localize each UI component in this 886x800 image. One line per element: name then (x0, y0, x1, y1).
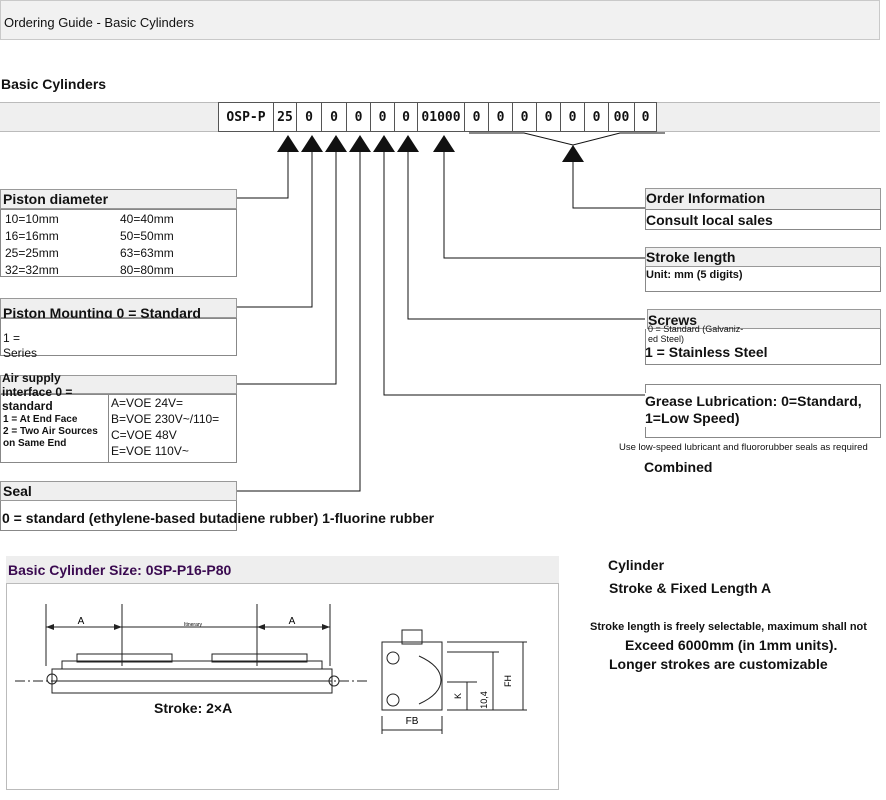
seal-title: Seal (3, 483, 32, 499)
arrow-screws-icon (397, 135, 419, 152)
diameter-option: 40=40mm (120, 212, 174, 226)
diameter-option: 25=25mm (5, 246, 59, 260)
stroke-length-title: Stroke length (646, 249, 736, 265)
order-info-title: Order Information (646, 190, 766, 206)
air-supply-title-line: interface 0 = (2, 385, 73, 399)
grease-combined: Combined (644, 459, 713, 475)
cylinder-drawing-frame: A A Itinerary FH K 10,4 FB (6, 583, 559, 790)
diameter-option: 50=50mm (120, 229, 174, 243)
arrow-diameter-icon (277, 135, 299, 152)
seal-header: Seal (0, 481, 237, 501)
air-supply-option: on Same End (3, 438, 67, 449)
air-supply-options: 1 = At End Face 2 = Two Air Sources on S… (3, 414, 98, 450)
dim-center-label: Itinerary (184, 622, 203, 628)
diameter-col-1: 10=10mm 16=16mm 25=25mm 32=32mm (5, 211, 59, 279)
grease-title: Grease Lubrication: 0=Standard, 1=Low Sp… (645, 393, 862, 427)
diameter-col-2: 40=40mm 50=50mm 63=63mm 80=80mm (120, 211, 174, 279)
size-panel-title: Basic Cylinder Size: 0SP-P16-P80 (8, 562, 232, 578)
diameter-option: 16=16mm (5, 229, 59, 243)
dim-a-right: A (289, 616, 296, 627)
stroke-label: Stroke: 2×A (150, 700, 237, 716)
stroke-length-header: Stroke length (645, 247, 881, 267)
dim-fh: FH (503, 675, 513, 687)
cylinder-info-note: Stroke length is freely selectable, maxi… (590, 621, 867, 633)
arrow-air-supply-icon (325, 135, 347, 152)
piston-diameter-title: Piston diameter (3, 191, 109, 207)
order-info-header: Order Information (645, 188, 881, 209)
grease-title-line: 1=Low Speed) (645, 410, 740, 426)
air-supply-title-line: standard (2, 399, 53, 413)
dim-a-left: A (78, 616, 85, 627)
screws-standard-line: ed Steel) (648, 334, 685, 344)
voltage-option: C=VOE 48V (111, 428, 177, 442)
air-supply-title-line: Air supply (2, 371, 61, 385)
cylinder-info-subtitle: Stroke & Fixed Length A (609, 580, 772, 596)
air-supply-divider (108, 395, 109, 462)
piston-diameter-header: Piston diameter (0, 189, 237, 209)
screws-standard: 0 = Standard (Galvaniz- ed Steel) (648, 324, 743, 344)
arrow-grease-icon (373, 135, 395, 152)
mounting-option-line2: Series (3, 346, 38, 360)
dim-fb: FB (406, 716, 419, 727)
order-info-desc: Consult local sales (646, 212, 773, 228)
voltage-option: B=VOE 230V~/110= (111, 412, 220, 426)
diameter-option: 10=10mm (5, 212, 59, 226)
voltage-option: A=VOE 24V= (111, 396, 184, 410)
cylinder-info-custom: Longer strokes are customizable (609, 656, 828, 672)
stroke-length-body: Unit: mm (5 digits) (645, 267, 881, 292)
screws-stainless: 1 = Stainless Steel (645, 344, 768, 360)
diameter-option: 80=80mm (120, 263, 174, 277)
diameter-option: 32=32mm (5, 263, 59, 277)
arrow-stroke-icon (433, 135, 455, 152)
voltage-list: A=VOE 24V= B=VOE 230V~/110= C=VOE 48V E=… (111, 395, 219, 459)
diameter-option: 63=63mm (120, 246, 174, 260)
grease-note: Use low-speed lubricant and fluororubber… (619, 442, 868, 453)
piston-mounting-body: 1 = Series (0, 318, 237, 360)
voltage-option: E=VOE 110V~ (111, 444, 189, 458)
dim-k: K (453, 693, 463, 699)
cylinder-drawing: A A Itinerary FH K 10,4 FB (15, 604, 527, 734)
air-supply-option: 1 = At End Face (3, 414, 78, 425)
arrow-seal-icon (349, 135, 371, 152)
cylinder-info-max: Exceed 6000mm (in 1mm units). (625, 637, 838, 653)
size-panel-header: Basic Cylinder Size: 0SP-P16-P80 (6, 556, 559, 583)
mounting-option-line1: 1 = (3, 331, 21, 345)
arrow-mounting-icon (301, 135, 323, 152)
screws-standard-line: 0 = Standard (Galvaniz- (648, 324, 744, 334)
piston-mounting-header: Piston Mounting 0 = Standard (0, 298, 237, 321)
air-supply-title: Air supply interface 0 = standard (2, 371, 72, 413)
arrow-order-info-icon (562, 145, 584, 162)
grease-title-line: Grease Lubrication: 0=Standard, (645, 393, 862, 409)
order-info-body: Consult local sales (645, 209, 881, 230)
piston-diameter-table: 10=10mm 16=16mm 25=25mm 32=32mm 40=40mm … (0, 209, 237, 277)
seal-description: 0 = standard (ethylene-based butadiene r… (2, 510, 435, 526)
stroke-length-unit: Unit: mm (5 digits) (646, 269, 743, 281)
dim-10-4: 10,4 (479, 691, 489, 709)
air-supply-option: 2 = Two Air Sources (3, 426, 98, 437)
cylinder-info-title: Cylinder (608, 557, 665, 573)
